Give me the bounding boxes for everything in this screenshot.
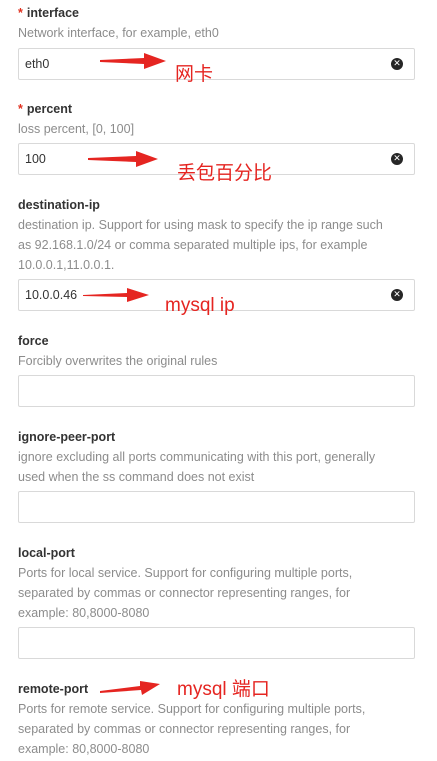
annotation-arrow-interface: [100, 53, 166, 69]
field-label: force: [18, 334, 49, 348]
annotation-destination-ip: mysql ip: [165, 295, 235, 316]
input-value: eth0: [25, 57, 50, 71]
field-help: loss percent, [0, 100]: [18, 122, 135, 136]
field-label: destination-ip: [18, 198, 100, 212]
field-help: ignore excluding all ports communicating…: [18, 450, 376, 484]
form-field-destination-ip: destination-ip destination ip. Support f…: [18, 197, 415, 311]
form-field-ignore-peer-port: ignore-peer-port ignore excluding all po…: [18, 429, 415, 523]
annotation-interface: 网卡: [175, 64, 214, 85]
annotation-arrow-destination-ip: [83, 288, 149, 302]
clear-icon[interactable]: ✕: [391, 289, 403, 301]
field-help: Forcibly overwrites the original rules: [18, 354, 218, 368]
ignore-peer-port-input[interactable]: [18, 491, 415, 523]
local-port-input[interactable]: [18, 627, 415, 659]
input-value: 10.0.0.46: [25, 288, 78, 302]
clear-icon[interactable]: ✕: [391, 153, 403, 165]
field-label: ignore-peer-port: [18, 430, 116, 444]
annotation-arrow-remote-port: [100, 681, 160, 695]
interface-input[interactable]: eth0 ✕: [18, 48, 415, 80]
form-field-force: force Forcibly overwrites the original r…: [18, 333, 415, 407]
field-label: * interface: [18, 6, 79, 20]
field-label: local-port: [18, 546, 75, 560]
annotation-arrow-percent: [88, 151, 158, 167]
form-field-percent: * percent loss percent, [0, 100] 100 ✕: [18, 101, 415, 175]
annotation-remote-port: mysql 端口: [177, 679, 270, 700]
field-help: Network interface, for example, eth0: [18, 26, 219, 40]
field-label: * percent: [18, 102, 73, 116]
form-field-local-port: local-port Ports for local service. Supp…: [18, 545, 415, 659]
required-marker: *: [18, 102, 23, 116]
form-field-interface: * interface Network interface, for exampl…: [18, 5, 415, 80]
field-help: Ports for remote service. Support for co…: [18, 702, 366, 756]
clear-icon[interactable]: ✕: [391, 58, 403, 70]
input-value: 100: [25, 152, 46, 166]
field-help: destination ip. Support for using mask t…: [18, 218, 383, 272]
force-input[interactable]: [18, 375, 415, 407]
annotation-percent: 丢包百分比: [177, 163, 273, 184]
field-help: Ports for local service. Support for con…: [18, 566, 353, 620]
required-marker: *: [18, 6, 23, 20]
